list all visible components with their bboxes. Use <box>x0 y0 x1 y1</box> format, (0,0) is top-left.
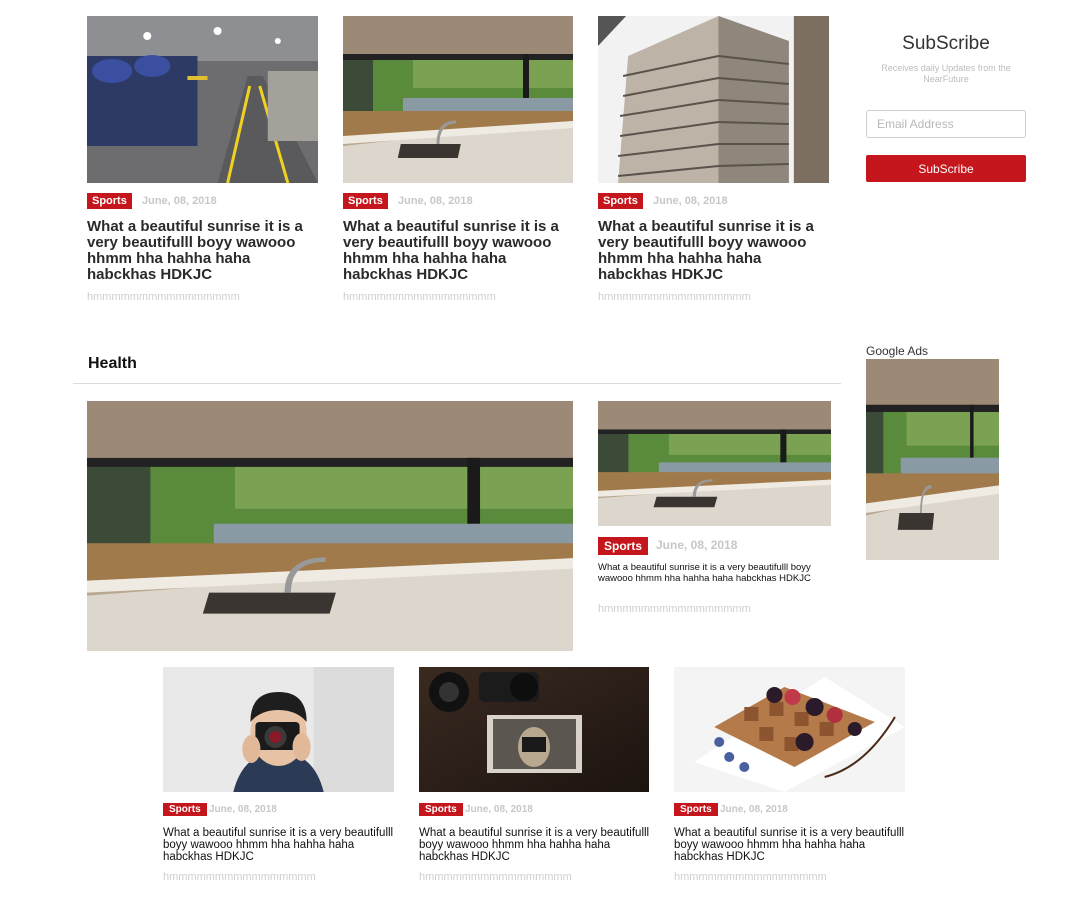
category-badge[interactable]: Sports <box>674 803 718 816</box>
post-date: June, 08, 2018 <box>656 538 738 552</box>
category-badge[interactable]: Sports <box>87 193 132 209</box>
category-badge[interactable]: Sports <box>343 193 388 209</box>
waffles-berries-photo[interactable] <box>674 667 905 792</box>
factory-floor-photo[interactable] <box>87 16 318 183</box>
skyscraper-photo[interactable] <box>598 16 829 183</box>
category-badge[interactable]: Sports <box>598 537 649 555</box>
photographer-photo[interactable] <box>163 667 394 792</box>
post-date: June, 08, 2018 <box>209 804 277 815</box>
post-date: June, 08, 2018 <box>142 195 217 207</box>
email-field[interactable] <box>866 110 1026 138</box>
post-date: June, 08, 2018 <box>653 195 728 207</box>
category-badge[interactable]: Sports <box>163 803 207 816</box>
post-excerpt: hmmmmmmmmmmmmmmmm <box>163 871 316 883</box>
post-date: June, 08, 2018 <box>465 804 533 815</box>
post-title[interactable]: What a beautiful sunrise it is a very be… <box>87 219 312 283</box>
section-title: Health <box>88 355 137 372</box>
post-date: June, 08, 2018 <box>398 195 473 207</box>
ads-label: Google Ads <box>866 344 929 358</box>
post-title[interactable]: What a beautiful sunrise it is a very be… <box>598 562 830 584</box>
subscribe-description: Receives daily Updates from the NearFutu… <box>881 63 1011 84</box>
post-excerpt: hmmmmmmmmmmmmmmmm <box>598 603 751 615</box>
ad-banner-image[interactable] <box>866 359 999 560</box>
subscribe-button[interactable]: SubScribe <box>866 155 1026 182</box>
post-title[interactable]: What a beautiful sunrise it is a very be… <box>343 219 568 283</box>
post-title[interactable]: What a beautiful sunrise it is a very be… <box>674 827 905 863</box>
subscribe-title: SubScribe <box>902 33 990 54</box>
post-date: June, 08, 2018 <box>720 804 788 815</box>
post-excerpt: hmmmmmmmmmmmmmmmm <box>343 291 496 303</box>
kitchen-sink-photo[interactable] <box>343 16 573 183</box>
post-excerpt: hmmmmmmmmmmmmmmmm <box>419 871 572 883</box>
camera-desk-photo[interactable] <box>419 667 649 792</box>
section-divider <box>73 383 841 384</box>
post-excerpt: hmmmmmmmmmmmmmmmm <box>598 291 751 303</box>
post-excerpt: hmmmmmmmmmmmmmmmm <box>87 291 240 303</box>
featured-kitchen-photo[interactable] <box>87 401 573 651</box>
post-title[interactable]: What a beautiful sunrise it is a very be… <box>419 827 650 863</box>
category-badge[interactable]: Sports <box>598 193 643 209</box>
post-excerpt: hmmmmmmmmmmmmmmmm <box>674 871 827 883</box>
category-badge[interactable]: Sports <box>419 803 463 816</box>
post-title[interactable]: What a beautiful sunrise it is a very be… <box>598 219 823 283</box>
post-title[interactable]: What a beautiful sunrise it is a very be… <box>163 827 394 863</box>
kitchen-sink-photo[interactable] <box>598 401 831 526</box>
